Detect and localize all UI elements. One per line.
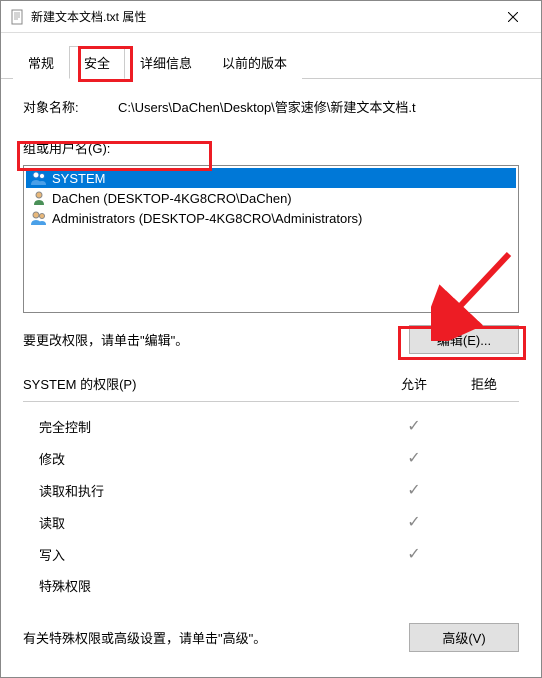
tab-strip: 常规 安全 详细信息 以前的版本 [1,33,541,79]
permission-row: 读取 ✓ [23,506,519,538]
permission-name: 特殊权限 [39,576,379,595]
advanced-hint-text: 有关特殊权限或高级设置，请单击"高级"。 [23,628,266,647]
allow-check-icon: ✓ [379,544,449,564]
list-item-label: SYSTEM [52,171,105,186]
permission-row: 特殊权限 [23,570,519,601]
permission-name: 修改 [39,449,379,468]
edit-permissions-row: 要更改权限，请单击"编辑"。 编辑(E)... [23,325,519,354]
permission-name: 读取 [39,513,379,532]
permission-name: 读取和执行 [39,481,379,500]
permission-row: 完全控制 ✓ [23,410,519,442]
tab-security[interactable]: 安全 [69,46,125,79]
list-item-label: DaChen (DESKTOP-4KG8CRO\DaChen) [52,191,292,206]
permissions-header-name: SYSTEM 的权限(P) [23,374,379,393]
tab-content: 对象名称: C:\Users\DaChen\Desktop\管家速修\新建文本文… [1,79,541,677]
group-icon [30,170,48,186]
allow-col-header: 允许 [379,374,449,393]
user-icon [30,190,48,206]
tab-general[interactable]: 常规 [13,46,69,79]
list-item[interactable]: DaChen (DESKTOP-4KG8CRO\DaChen) [26,188,516,208]
permissions-header: SYSTEM 的权限(P) 允许 拒绝 [23,374,519,402]
permissions-list: 完全控制 ✓ 修改 ✓ 读取和执行 ✓ 读取 ✓ 写入 ✓ [23,402,519,609]
permission-name: 写入 [39,545,379,564]
titlebar: 新建文本文档.txt 属性 [1,1,541,33]
permission-row: 修改 ✓ [23,442,519,474]
list-item[interactable]: Administrators (DESKTOP-4KG8CRO\Administ… [26,208,516,228]
list-item[interactable]: SYSTEM [26,168,516,188]
object-name-row: 对象名称: C:\Users\DaChen\Desktop\管家速修\新建文本文… [23,97,519,116]
group-icon [30,210,48,226]
window-title: 新建文本文档.txt 属性 [31,8,493,25]
deny-col-header: 拒绝 [449,374,519,393]
allow-check-icon: ✓ [379,416,449,436]
allow-check-icon: ✓ [379,480,449,500]
permission-name: 完全控制 [39,417,379,436]
allow-check-icon: ✓ [379,448,449,468]
edit-hint-text: 要更改权限，请单击"编辑"。 [23,330,188,349]
edit-button[interactable]: 编辑(E)... [409,325,519,354]
allow-check-icon: ✓ [379,512,449,532]
permission-row: 读取和执行 ✓ [23,474,519,506]
permission-row: 写入 ✓ [23,538,519,570]
object-name-label: 对象名称: [23,97,118,116]
tab-previous-versions[interactable]: 以前的版本 [207,46,302,79]
properties-dialog: 新建文本文档.txt 属性 常规 安全 详细信息 以前的版本 对象名称: C:\… [0,0,542,678]
close-button[interactable] [493,2,533,32]
advanced-row: 有关特殊权限或高级设置，请单击"高级"。 高级(V) [23,623,519,652]
advanced-button[interactable]: 高级(V) [409,623,519,652]
group-or-users-label: 组或用户名(G): [23,138,519,157]
list-item-label: Administrators (DESKTOP-4KG8CRO\Administ… [52,211,362,226]
object-name-value: C:\Users\DaChen\Desktop\管家速修\新建文本文档.t [118,97,519,116]
users-listbox[interactable]: SYSTEM DaChen (DESKTOP-4KG8CRO\DaChen) [23,165,519,313]
file-icon [9,9,25,25]
tab-details[interactable]: 详细信息 [125,46,207,79]
